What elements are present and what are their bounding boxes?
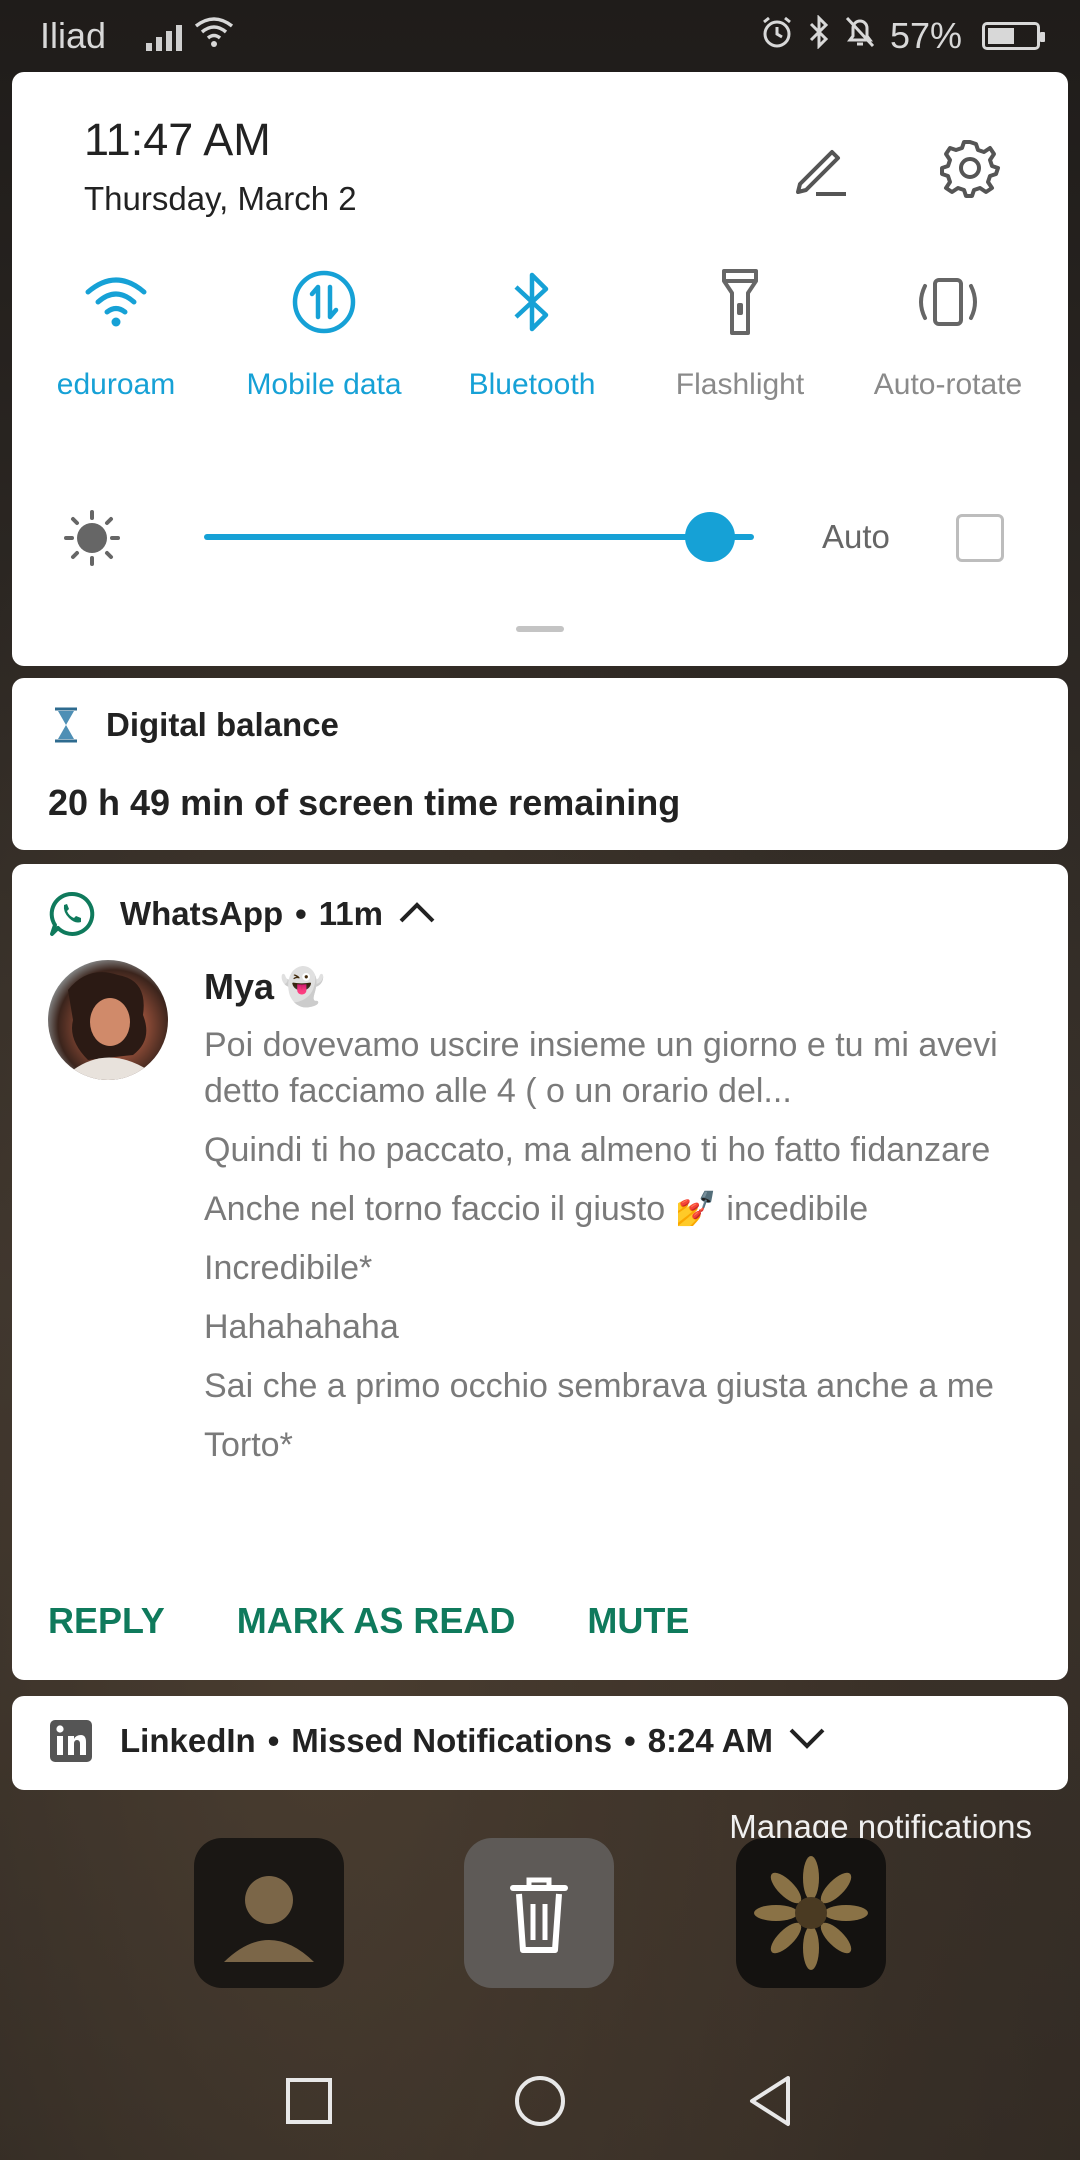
bluetooth-icon xyxy=(514,272,549,332)
message-text: Quindi ti ho paccato, ma almeno ti ho fa… xyxy=(204,1131,991,1169)
settings-button[interactable] xyxy=(930,128,1010,208)
bluetooth-status-icon xyxy=(808,13,830,58)
clear-all-button[interactable] xyxy=(464,1838,614,1988)
message-text: Incredibile* xyxy=(204,1249,373,1287)
message-sender: Mya 👻 xyxy=(204,966,325,1008)
edit-tiles-button[interactable] xyxy=(782,128,862,208)
circle-icon xyxy=(515,2076,565,2126)
hourglass-icon xyxy=(55,707,77,743)
mute-button[interactable]: MUTE xyxy=(587,1600,689,1642)
separator-dot: • xyxy=(295,895,307,932)
message-text: Hahahahaha xyxy=(204,1308,399,1346)
notification-actions: REPLY MARK AS READ MUTE xyxy=(48,1600,689,1642)
auto-brightness-checkbox[interactable] xyxy=(956,514,1004,562)
separator-dot: • xyxy=(624,1722,636,1759)
wifi-icon xyxy=(85,277,147,327)
sunflower-app-icon[interactable] xyxy=(736,1838,886,1988)
tile-mobile-data[interactable]: Mobile data xyxy=(220,262,428,402)
message-text: Sai che a primo occhio sembrava giusta a… xyxy=(204,1367,994,1405)
brightness-icon xyxy=(64,510,120,571)
digital-balance-notification[interactable]: Digital balance 20 h 49 min of screen ti… xyxy=(12,678,1068,850)
contacts-app-icon[interactable] xyxy=(194,1838,344,1988)
whatsapp-app-name: WhatsApp xyxy=(120,895,284,932)
tile-wifi[interactable]: eduroam xyxy=(12,262,220,402)
tile-wifi-label: eduroam xyxy=(56,368,176,401)
chevron-down-icon[interactable] xyxy=(787,1722,827,1760)
flashlight-icon xyxy=(722,269,758,335)
whatsapp-age: 11m xyxy=(318,895,383,932)
panel-drag-handle[interactable] xyxy=(516,626,564,632)
status-bar: Iliad 57% xyxy=(0,0,1080,72)
digital-balance-title: Digital balance xyxy=(106,706,339,743)
triangle-back-icon xyxy=(750,2076,790,2126)
mute-bell-icon xyxy=(844,15,876,58)
brightness-slider-track[interactable] xyxy=(204,534,754,540)
mobile-data-icon xyxy=(292,270,356,334)
message-text: Torto* xyxy=(204,1426,293,1464)
sender-name: Mya xyxy=(204,966,275,1007)
auto-brightness-label: Auto xyxy=(822,518,890,555)
pencil-icon xyxy=(796,150,846,196)
screen: Iliad 57% 11:47 AM Thursday, March 2 edu… xyxy=(0,0,1080,2160)
battery-icon xyxy=(982,22,1045,50)
avatar xyxy=(48,960,168,1080)
message-text: Poi dovevamo uscire insieme un giorno e … xyxy=(204,1026,998,1110)
linkedin-icon xyxy=(50,1720,92,1762)
brightness-slider-thumb[interactable] xyxy=(685,512,735,562)
tile-mobile-data-label: Mobile data xyxy=(246,368,402,401)
navigation-bar xyxy=(0,2040,1080,2160)
linkedin-app-name: LinkedIn xyxy=(120,1722,256,1759)
square-icon xyxy=(286,2078,332,2124)
mark-as-read-button[interactable]: MARK AS READ xyxy=(237,1600,516,1642)
home-button[interactable] xyxy=(505,2066,575,2136)
linkedin-subtitle: Missed Notifications xyxy=(291,1722,613,1759)
tile-auto-rotate[interactable]: Auto-rotate xyxy=(844,262,1052,402)
recents-button[interactable] xyxy=(274,2066,344,2136)
message-text: Anche nel torno faccio il giusto 💅 inced… xyxy=(204,1190,869,1228)
chevron-up-icon[interactable] xyxy=(397,895,437,933)
tile-bluetooth-label: Bluetooth xyxy=(468,368,596,401)
message-list: Poi dovevamo uscire insieme un giorno e … xyxy=(204,1022,1034,1481)
tile-flashlight[interactable]: Flashlight xyxy=(636,262,844,402)
auto-rotate-icon xyxy=(919,278,977,326)
quick-settings-panel: 11:47 AM Thursday, March 2 eduroam Mobil… xyxy=(12,72,1068,666)
carrier-label: Iliad xyxy=(40,15,107,56)
tile-flashlight-label: Flashlight xyxy=(675,368,805,401)
linkedin-time: 8:24 AM xyxy=(647,1722,774,1759)
signal-icon xyxy=(146,21,183,51)
tile-bluetooth[interactable]: Bluetooth xyxy=(428,262,636,402)
whatsapp-icon xyxy=(49,891,95,936)
alarm-icon xyxy=(760,15,794,58)
tile-auto-rotate-label: Auto-rotate xyxy=(873,368,1023,401)
trash-icon xyxy=(510,1877,568,1953)
brightness-row: Auto xyxy=(12,492,1068,582)
clock-time: 11:47 AM xyxy=(84,114,271,165)
sender-emoji: 👻 xyxy=(280,966,325,1007)
gear-icon xyxy=(940,140,1000,198)
reply-button[interactable]: REPLY xyxy=(48,1600,165,1642)
quick-tiles: eduroam Mobile data Bluetooth Flashlight… xyxy=(12,262,1068,402)
battery-percent: 57% xyxy=(889,15,962,56)
digital-balance-body: 20 h 49 min of screen time remaining xyxy=(48,782,681,823)
linkedin-notification[interactable]: LinkedIn • Missed Notifications • 8:24 A… xyxy=(12,1696,1068,1790)
clock-date: Thursday, March 2 xyxy=(84,180,357,217)
back-button[interactable] xyxy=(736,2066,806,2136)
separator-dot: • xyxy=(267,1722,280,1759)
whatsapp-notification[interactable]: WhatsApp • 11m Mya 👻 Poi dovevamo uscire… xyxy=(12,864,1068,1680)
wifi-status-icon xyxy=(194,15,234,57)
